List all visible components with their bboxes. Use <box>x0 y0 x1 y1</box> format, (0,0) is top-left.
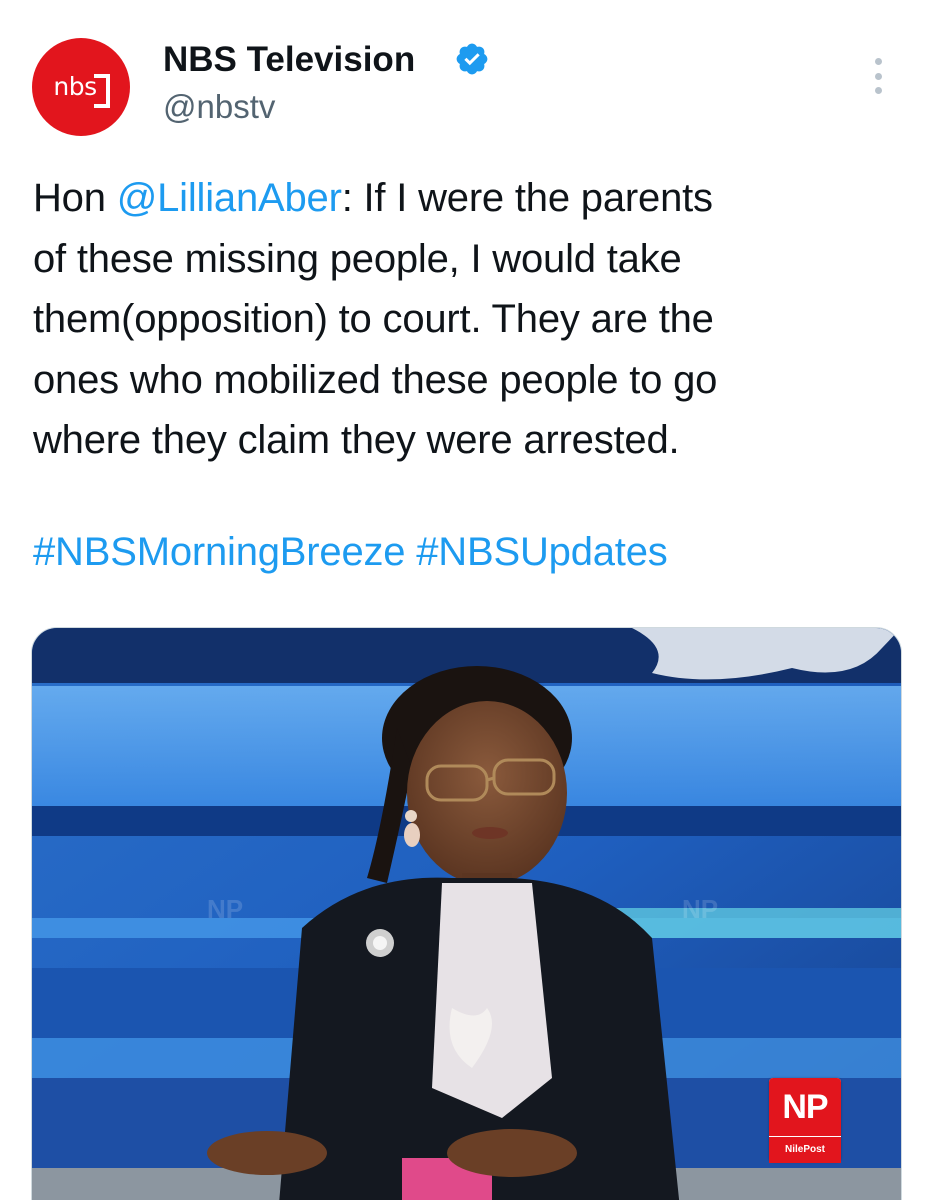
nilepost-logo: NP <box>769 1078 841 1136</box>
tweet-text-line: of these missing people, I would take <box>33 236 682 281</box>
hashtag-link[interactable]: #NBSUpdates <box>416 530 667 574</box>
svg-text:NP: NP <box>682 894 718 924</box>
avatar[interactable]: nbs <box>32 38 130 136</box>
mention-link[interactable]: @LillianAber <box>117 176 342 220</box>
hashtags: #NBSMorningBreeze #NBSUpdates <box>33 522 668 582</box>
verified-badge-icon <box>456 43 488 75</box>
tweet-prefix: Hon <box>33 176 117 220</box>
more-options-icon[interactable] <box>866 58 890 94</box>
nilepost-name: NilePost <box>769 1136 841 1163</box>
tweet-text-line: Hon @LillianAber: If I were the parents <box>33 168 913 229</box>
tweet-text-line: them(opposition) to court. They are the <box>33 297 714 341</box>
more-dot <box>874 58 882 65</box>
more-dot <box>874 72 882 80</box>
tweet-text-segment: : If I were the parents <box>341 176 713 220</box>
tweet-text-line: ones who mobilized these people to go <box>33 357 718 402</box>
avatar-logo-text: nbs <box>53 71 97 101</box>
nilepost-watermark: NP NilePost <box>769 1078 841 1163</box>
tweet: nbs NBS Television @nbstv Hon @LillianAb… <box>0 0 930 1200</box>
tweet-text: Hon @LillianAber: If I were the parents … <box>33 168 913 471</box>
avatar-logo-bracket <box>94 74 110 108</box>
author-display-name[interactable]: NBS Television <box>163 38 415 82</box>
author-handle[interactable]: @nbstv <box>163 86 275 128</box>
tweet-text-line: where they claim they were arrested. <box>33 418 680 462</box>
svg-text:NP: NP <box>207 894 243 924</box>
tweet-media-photo[interactable]: NP NP NP NilePost <box>31 627 902 1200</box>
more-dot <box>874 87 882 94</box>
hashtag-link[interactable]: #NBSMorningBreeze <box>33 530 406 574</box>
